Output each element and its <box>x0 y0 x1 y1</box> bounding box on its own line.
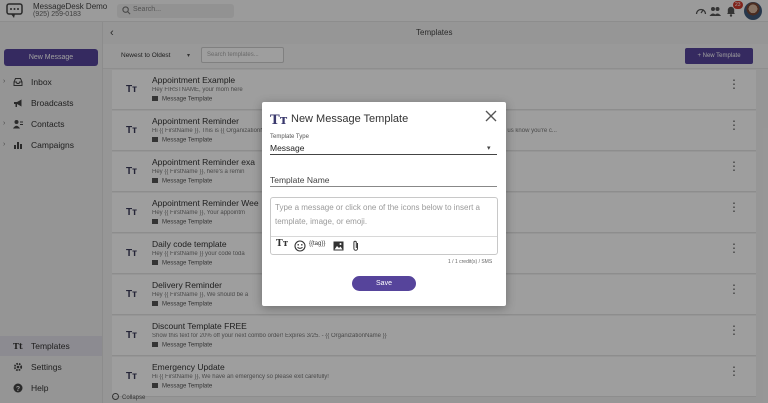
image-icon[interactable] <box>333 240 344 252</box>
template-type-select[interactable]: Message <box>270 143 305 153</box>
save-button[interactable]: Save <box>352 276 416 291</box>
attachment-icon[interactable] <box>351 240 361 252</box>
insert-tag-button[interactable]: {{tag}} <box>309 241 325 253</box>
message-textarea[interactable]: Type a message or click one of the icons… <box>270 197 498 255</box>
close-icon[interactable] <box>485 110 497 122</box>
sms-credits: 1 / 1 credit(s) / SMS <box>448 259 493 265</box>
new-template-dialog: Tт New Message Template Template Type Me… <box>262 102 506 306</box>
template-type-label: Template Type <box>270 134 309 140</box>
divider <box>270 154 497 155</box>
insert-template-icon[interactable]: Tт <box>276 239 288 251</box>
text-template-icon: Tт <box>270 113 288 128</box>
message-placeholder: Type a message or click one of the icons… <box>275 203 480 226</box>
message-toolbar: Tт {{tag}} <box>271 236 497 255</box>
dialog-title: New Message Template <box>291 113 409 125</box>
template-name-input[interactable]: Template Name <box>270 175 330 185</box>
caret-down-icon[interactable]: ▾ <box>487 144 491 152</box>
emoji-icon[interactable] <box>294 240 306 252</box>
divider <box>270 186 497 187</box>
